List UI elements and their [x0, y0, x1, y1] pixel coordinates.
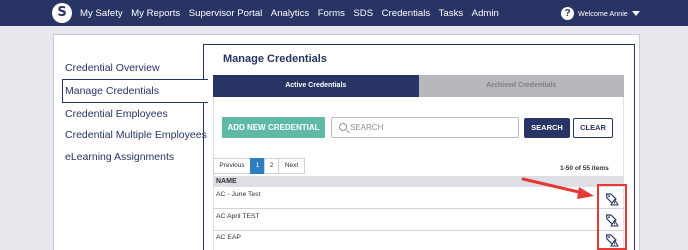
app-logo[interactable]: S: [52, 3, 72, 23]
pager-previous[interactable]: Previous: [213, 158, 251, 174]
caret-down-icon[interactable]: [631, 10, 640, 16]
sidebar-item-credential-overview[interactable]: Credential Overview: [65, 62, 160, 74]
search-button[interactable]: SEARCH: [524, 118, 570, 138]
nav-link-credentials[interactable]: Credentials: [382, 8, 431, 19]
search-input[interactable]: [350, 118, 515, 137]
table-row[interactable]: AC EAP: [213, 231, 624, 250]
pagination: Previous 1 2 Next: [213, 158, 305, 174]
nav-link-sds[interactable]: SDS: [353, 8, 373, 19]
pager-page-1[interactable]: 1: [250, 158, 265, 174]
sidebar-item-elearning-assignments[interactable]: eLearning Assignments: [65, 151, 174, 163]
column-header-name[interactable]: NAME: [213, 176, 624, 187]
credential-tabs: Active Credentials Archived Credentials: [213, 75, 624, 97]
pager-page-2[interactable]: 2: [264, 158, 279, 174]
pager-next[interactable]: Next: [278, 158, 305, 174]
nav-link-my-safety[interactable]: My Safety: [80, 8, 123, 19]
help-icon[interactable]: ?: [561, 6, 574, 20]
top-nav-bar: S My Safety My Reports Supervisor Portal…: [0, 0, 688, 26]
sidebar-item-manage-credentials[interactable]: Manage Credentials: [65, 85, 159, 97]
nav-link-my-reports[interactable]: My Reports: [131, 8, 180, 19]
nav-link-analytics[interactable]: Analytics: [271, 8, 309, 19]
table-row[interactable]: AC - June Test: [213, 187, 624, 209]
search-field[interactable]: [331, 117, 519, 138]
nav-link-admin[interactable]: Admin: [472, 8, 499, 19]
item-count: 1-50 of 55 items: [560, 165, 609, 172]
nav-link-tasks[interactable]: Tasks: [439, 8, 464, 19]
table-row[interactable]: AC April TEST: [213, 209, 624, 231]
page-title: Manage Credentials: [223, 53, 327, 65]
row-name: AC April TEST: [216, 213, 260, 220]
annotation-highlight-box: [597, 184, 627, 250]
tab-active-credentials[interactable]: Active Credentials: [213, 75, 419, 97]
row-name: AC - June Test: [216, 191, 261, 198]
sidebar-item-credential-multiple-employees[interactable]: Credential Multiple Employees: [65, 129, 207, 141]
user-menu[interactable]: ? Welcome Annie: [561, 5, 640, 21]
nav-link-forms[interactable]: Forms: [318, 8, 345, 19]
nav-links: My Safety My Reports Supervisor Portal A…: [80, 0, 507, 26]
tab-archived-credentials[interactable]: Archived Credentials: [418, 75, 624, 97]
welcome-text[interactable]: Welcome Annie: [578, 9, 628, 18]
search-icon: [339, 123, 347, 131]
row-name: AC EAP: [216, 234, 241, 241]
sidebar-item-credential-employees[interactable]: Credential Employees: [65, 108, 168, 120]
add-new-credential-button[interactable]: ADD NEW CREDENTIAL: [222, 117, 325, 138]
clear-button[interactable]: CLEAR: [573, 118, 613, 138]
nav-link-supervisor-portal[interactable]: Supervisor Portal: [189, 8, 263, 19]
